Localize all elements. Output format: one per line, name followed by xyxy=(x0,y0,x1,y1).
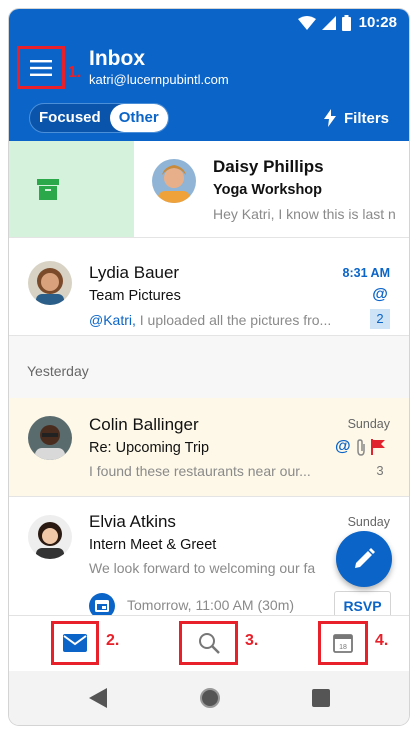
message-sender: Colin Ballinger xyxy=(89,415,199,434)
annotation-marker-3: 3. xyxy=(245,632,259,649)
annotation-marker-1: 1. xyxy=(68,64,82,81)
avatar-lydia-bauer xyxy=(28,261,72,305)
battery-icon xyxy=(342,15,351,31)
tab-other[interactable]: Other xyxy=(109,104,168,132)
attachment-icon xyxy=(356,438,365,456)
avatar-elvia-atkins xyxy=(28,515,72,559)
section-label: Yesterday xyxy=(27,363,89,379)
compose-button[interactable] xyxy=(336,531,392,587)
annotation-marker-4: 4. xyxy=(375,632,389,649)
signal-icon xyxy=(322,16,336,30)
message-preview: @Katri, I uploaded all the pictures fro.… xyxy=(89,312,359,328)
message-subject: Re: Upcoming Trip xyxy=(89,440,210,456)
avatar-colin-ballinger xyxy=(28,416,72,460)
menu-button[interactable] xyxy=(17,46,65,89)
nav-calendar-button[interactable]: 18 xyxy=(318,621,368,665)
message-preview: I found these restaurants near our... xyxy=(89,463,311,479)
message-subject: Intern Meet & Greet xyxy=(89,537,217,553)
wifi-icon xyxy=(298,16,316,30)
message-status-icons: @ xyxy=(335,438,385,456)
message-sender: Lydia Bauer xyxy=(89,263,180,282)
search-icon xyxy=(198,633,220,654)
preview-text: I uploaded all the pictures fro... xyxy=(135,312,332,328)
lightning-icon xyxy=(323,109,336,127)
thread-count-badge: 2 xyxy=(370,309,390,329)
swipe-archive-area[interactable] xyxy=(9,141,134,237)
message-subject: Team Pictures xyxy=(89,288,181,304)
flag-icon xyxy=(370,439,385,455)
mail-icon xyxy=(63,634,87,652)
at-icon: @ xyxy=(335,438,351,455)
status-icons xyxy=(298,15,351,31)
archive-icon xyxy=(37,179,59,200)
bottom-navigation: 2. 3. 18 4. xyxy=(9,615,409,671)
message-row[interactable]: Colin Ballinger Re: Upcoming Trip I foun… xyxy=(9,398,409,497)
home-icon[interactable] xyxy=(199,687,221,709)
message-preview: We look forward to welcoming our fa xyxy=(89,560,316,576)
message-subject: Yoga Workshop xyxy=(213,182,323,198)
tab-focused[interactable]: Focused xyxy=(30,104,110,132)
message-time: Sunday xyxy=(347,417,390,431)
thread-count-badge: 3 xyxy=(376,463,384,478)
pencil-icon xyxy=(355,548,375,568)
calendar-icon: 18 xyxy=(333,634,353,653)
system-navigation-bar xyxy=(9,671,409,725)
event-time: Tomorrow, 11:00 AM (30m) xyxy=(127,597,295,613)
status-time: 10:28 xyxy=(358,14,397,31)
nav-search-button[interactable] xyxy=(179,621,238,665)
message-sender: Daisy Phillips xyxy=(213,157,324,176)
message-time: Sunday xyxy=(347,515,390,529)
filters-label: Filters xyxy=(343,109,389,127)
hamburger-icon xyxy=(30,59,52,76)
inbox-header: 1. Inbox katri@lucernpubintl.com Focused… xyxy=(9,37,409,141)
phone-screen: 10:28 1. Inbox katri@lucernpubintl.com F… xyxy=(9,9,409,725)
back-icon[interactable] xyxy=(89,688,107,708)
page-title: Inbox xyxy=(89,47,145,70)
filters-button[interactable]: Filters xyxy=(323,109,389,127)
svg-text:18: 18 xyxy=(339,644,347,651)
at-mention-icon: @ xyxy=(372,286,388,303)
annotation-marker-2: 2. xyxy=(106,632,120,649)
message-row[interactable]: Daisy Phillips Yoga Workshop Hey Katri, … xyxy=(9,141,409,238)
inbox-tabs: Focused Other xyxy=(29,103,169,133)
recents-icon[interactable] xyxy=(312,689,330,707)
message-sender: Elvia Atkins xyxy=(89,512,176,531)
account-email: katri@lucernpubintl.com xyxy=(89,72,229,87)
section-header: Yesterday xyxy=(9,336,409,398)
message-time: 8:31 AM xyxy=(342,266,390,280)
nav-mail-button[interactable] xyxy=(51,621,99,665)
message-row[interactable]: Lydia Bauer Team Pictures @Katri, I uplo… xyxy=(9,238,409,336)
mention: @Katri, xyxy=(89,312,136,328)
message-preview: Hey Katri, I know this is last n xyxy=(213,206,396,222)
status-bar: 10:28 xyxy=(9,9,409,37)
avatar-daisy-phillips xyxy=(152,159,196,203)
